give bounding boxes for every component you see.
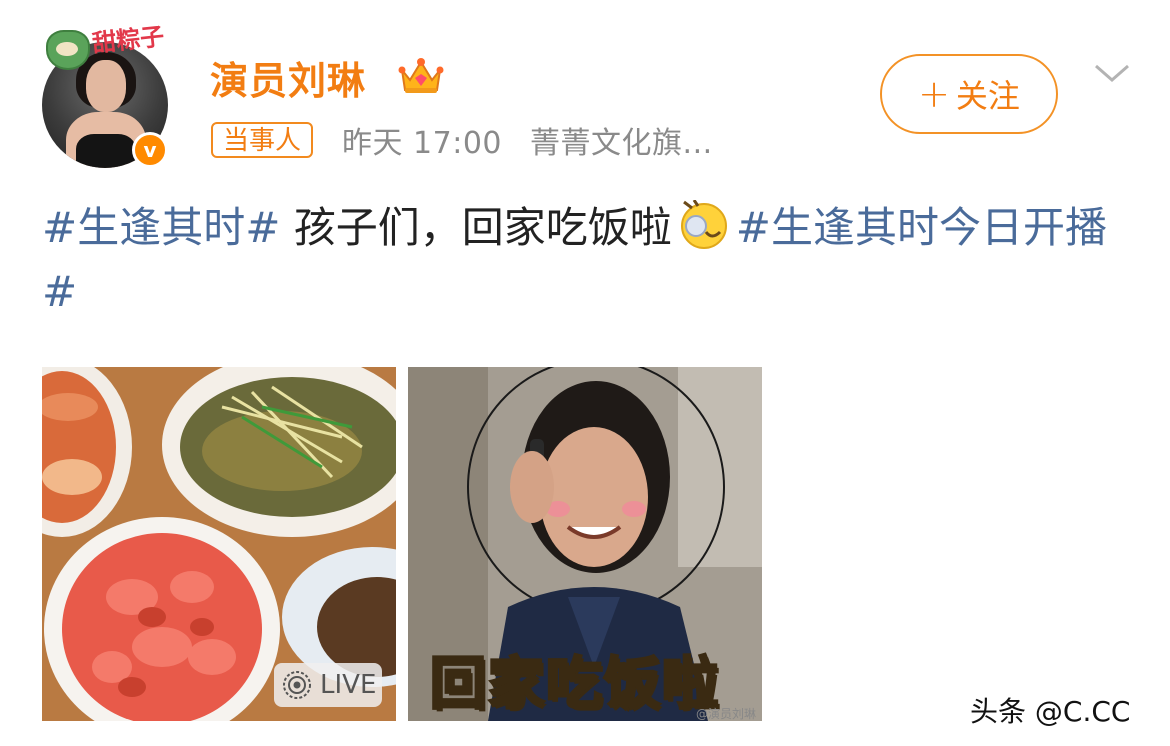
image-watermark: @演员刘琳 [696,707,757,721]
post-image-still[interactable]: 回家吃饭啦 @演员刘琳 [408,367,762,721]
zongzi-icon [46,30,90,70]
laughing-emoji-icon [680,200,727,249]
post-image-food[interactable]: LIVE [42,367,396,721]
chevron-down-icon[interactable] [1092,62,1132,86]
post-time: 昨天 17:00 [342,126,502,161]
post-source[interactable]: 菁菁文化旗... [530,126,713,161]
avatar-top [76,134,136,168]
avatar-pendant-text: 甜粽子 [90,21,166,58]
verified-icon: v [132,132,168,168]
crown-icon [398,58,444,93]
follow-label: 关注 [955,77,1020,115]
plus-icon: + [918,72,950,116]
source-watermark: 头条 @C.CC [970,695,1131,728]
live-photo-icon [283,671,311,699]
role-badge: 当事人 [211,122,314,158]
avatar[interactable]: 甜粽子 v [40,21,170,170]
live-badge[interactable]: LIVE [274,663,382,707]
post-meta: 昨天 17:00 菁菁文化旗... [342,118,731,162]
live-label: LIVE [320,670,377,700]
username[interactable]: 演员刘琳 [210,50,366,105]
post-text: #生逢其时# 孩子们，回家吃饭啦 #生逢其时今日开播# [42,196,1132,324]
avatar-face [86,60,126,112]
follow-button[interactable]: + 关注 [880,54,1058,134]
post-body-text: 孩子们，回家吃饭啦 [280,203,672,252]
hashtag-link[interactable]: #生逢其时# [42,203,280,252]
